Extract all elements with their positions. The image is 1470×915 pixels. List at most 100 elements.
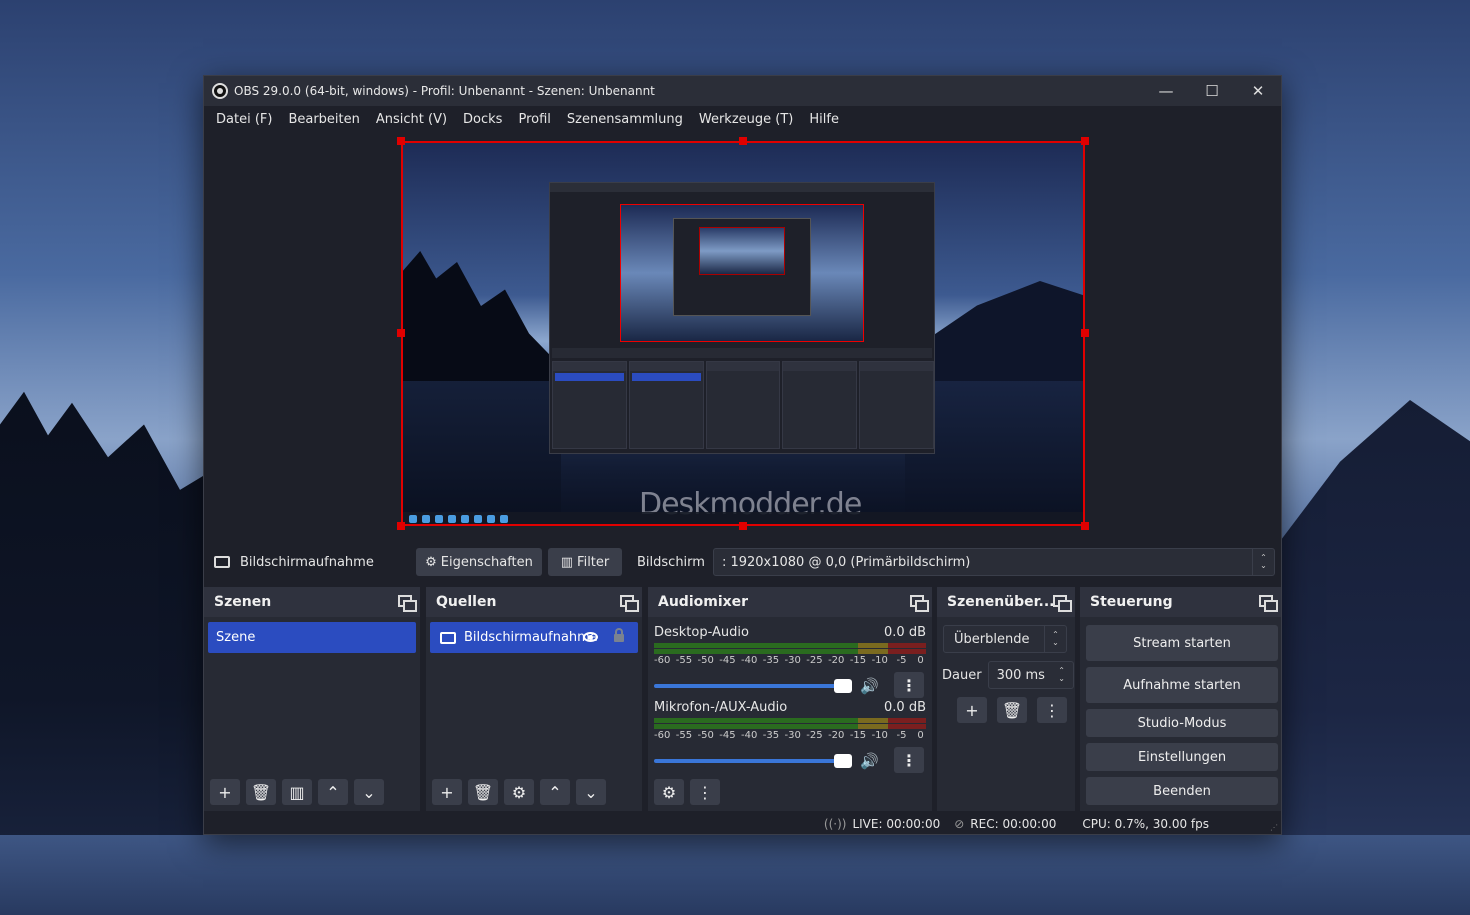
- cpu-status: CPU: 0.7%, 30.00 fps: [1082, 817, 1209, 831]
- source-properties-bar: Bildschirmaufnahme ⚙ Eigenschaften ▥ Fil…: [204, 545, 1281, 579]
- dock-title-controls: Steuerung: [1090, 594, 1173, 610]
- properties-button[interactable]: ⚙ Eigenschaften: [416, 548, 542, 576]
- start-stream-button[interactable]: Stream starten: [1086, 625, 1278, 661]
- duration-value: 300 ms: [996, 667, 1045, 683]
- display-select[interactable]: : 1920x1080 @ 0,0 (Primärbildschirm) ⌃ ⌄: [712, 548, 1275, 576]
- resize-handle[interactable]: [397, 329, 405, 337]
- move-source-down-button[interactable]: ⌄: [576, 779, 606, 805]
- resize-handle[interactable]: [397, 137, 405, 145]
- resize-grip-icon[interactable]: ⋰: [1270, 823, 1278, 832]
- move-scene-up-button[interactable]: ⌃: [318, 779, 348, 805]
- channel-name: Desktop-Audio: [654, 625, 749, 640]
- scale-tick: -45: [719, 730, 736, 741]
- studio-mode-button[interactable]: Studio-Modus: [1086, 709, 1278, 737]
- mixer-menu-button[interactable]: ⋮: [690, 779, 720, 805]
- source-properties-button[interactable]: ⚙: [504, 779, 534, 805]
- dock-title-mixer: Audiomixer: [658, 594, 749, 610]
- filter-icon: ▥: [560, 554, 574, 570]
- kebab-icon: ⋮: [901, 675, 917, 695]
- duration-spinbox[interactable]: 300 ms ⌃ ⌄: [987, 661, 1074, 689]
- lock-icon[interactable]: [614, 628, 624, 642]
- volume-slider-handle[interactable]: [834, 754, 852, 768]
- close-button[interactable]: ✕: [1235, 76, 1281, 106]
- remove-scene-button[interactable]: 🗑: [246, 779, 276, 805]
- add-transition-button[interactable]: +: [957, 697, 987, 723]
- title-bar[interactable]: OBS 29.0.0 (64-bit, windows) - Profil: U…: [204, 76, 1281, 106]
- scale-tick: -15: [849, 655, 867, 666]
- speaker-icon[interactable]: 🔊: [860, 677, 879, 695]
- start-recording-button[interactable]: Aufnahme starten: [1086, 667, 1278, 703]
- transition-toolbar: + 🗑 ⋮: [957, 697, 1075, 723]
- resize-handle[interactable]: [1081, 137, 1089, 145]
- maximize-button[interactable]: ☐: [1189, 76, 1235, 106]
- transition-select[interactable]: Überblende ⌃ ⌄: [943, 625, 1067, 653]
- remove-transition-button[interactable]: 🗑: [997, 697, 1027, 723]
- volume-slider-handle[interactable]: [834, 679, 852, 693]
- add-source-button[interactable]: +: [432, 779, 462, 805]
- menu-szenensammlung[interactable]: Szenensammlung: [559, 112, 691, 127]
- remove-source-button[interactable]: 🗑: [468, 779, 498, 805]
- menu-hilfe[interactable]: Hilfe: [801, 112, 847, 127]
- minimize-button[interactable]: —: [1143, 76, 1189, 106]
- plus-icon: +: [440, 782, 454, 802]
- resize-handle[interactable]: [739, 522, 747, 530]
- advanced-audio-button[interactable]: ⚙: [654, 779, 684, 805]
- scene-filter-button[interactable]: ▥: [282, 779, 312, 805]
- source-item[interactable]: Bildschirmaufnahme: [430, 622, 638, 653]
- menu-datei[interactable]: Datei (F): [208, 112, 280, 127]
- undock-icon[interactable]: [620, 595, 639, 612]
- add-scene-button[interactable]: +: [210, 779, 240, 805]
- undock-icon[interactable]: [1053, 595, 1072, 612]
- volume-meter: [654, 643, 926, 648]
- speaker-icon[interactable]: 🔊: [860, 752, 879, 770]
- gear-icon: ⚙: [511, 782, 527, 802]
- resize-handle[interactable]: [1081, 329, 1089, 337]
- window-title: OBS 29.0.0 (64-bit, windows) - Profil: U…: [234, 84, 655, 98]
- volume-slider[interactable]: [654, 679, 852, 693]
- move-scene-down-button[interactable]: ⌄: [354, 779, 384, 805]
- dock-audio-mixer: Audiomixer Desktop-Audio 0.0 dB -60 -55 …: [648, 587, 932, 811]
- display-select-value: : 1920x1080 @ 0,0 (Primärbildschirm): [721, 554, 971, 570]
- settings-button[interactable]: Einstellungen: [1086, 743, 1278, 771]
- selected-source: Bildschirmaufnahme: [204, 555, 416, 570]
- rec-status: REC: 00:00:00: [970, 817, 1057, 831]
- plus-icon: +: [218, 782, 232, 802]
- selected-source-name: Bildschirmaufnahme: [240, 554, 374, 570]
- eye-icon[interactable]: [583, 632, 598, 642]
- scale-tick: -30: [784, 655, 801, 666]
- trash-icon: 🗑: [472, 782, 494, 802]
- menu-bearbeiten[interactable]: Bearbeiten: [280, 112, 367, 127]
- filter-button[interactable]: ▥ Filter: [548, 548, 622, 576]
- scene-item-label: Szene: [216, 630, 256, 645]
- menu-docks[interactable]: Docks: [455, 112, 510, 127]
- chevron-down-icon: ⌄: [584, 782, 598, 802]
- scenes-toolbar: + 🗑 ▥ ⌃ ⌄: [210, 779, 384, 805]
- chevron-up-icon: ⌃: [548, 782, 562, 802]
- resize-handle[interactable]: [1081, 522, 1089, 530]
- window-controls: — ☐ ✕: [1143, 76, 1281, 106]
- scale-tick: -45: [719, 655, 736, 666]
- chevron-updown-icon[interactable]: ⌃ ⌄: [1051, 662, 1073, 688]
- menu-ansicht[interactable]: Ansicht (V): [368, 112, 455, 127]
- scale-tick: -10: [871, 730, 888, 741]
- transition-menu-button[interactable]: ⋮: [1037, 697, 1067, 723]
- resize-handle[interactable]: [397, 522, 405, 530]
- filter-icon: ▥: [289, 782, 305, 802]
- undock-icon[interactable]: [398, 595, 417, 612]
- scale-tick: -15: [849, 730, 867, 741]
- channel-menu-button[interactable]: ⋮: [894, 747, 924, 773]
- volume-slider[interactable]: [654, 754, 852, 768]
- selection-frame[interactable]: [401, 141, 1085, 526]
- scale-tick: -25: [806, 730, 823, 741]
- channel-menu-button[interactable]: ⋮: [894, 672, 924, 698]
- menu-werkzeuge[interactable]: Werkzeuge (T): [691, 112, 802, 127]
- move-source-up-button[interactable]: ⌃: [540, 779, 570, 805]
- scene-item[interactable]: Szene: [208, 622, 416, 653]
- menu-profil[interactable]: Profil: [510, 112, 558, 127]
- gear-icon: ⚙: [425, 554, 437, 570]
- scale-tick: -60: [653, 730, 671, 741]
- undock-icon[interactable]: [910, 595, 929, 612]
- undock-icon[interactable]: [1259, 595, 1278, 612]
- exit-button[interactable]: Beenden: [1086, 777, 1278, 805]
- resize-handle[interactable]: [739, 137, 747, 145]
